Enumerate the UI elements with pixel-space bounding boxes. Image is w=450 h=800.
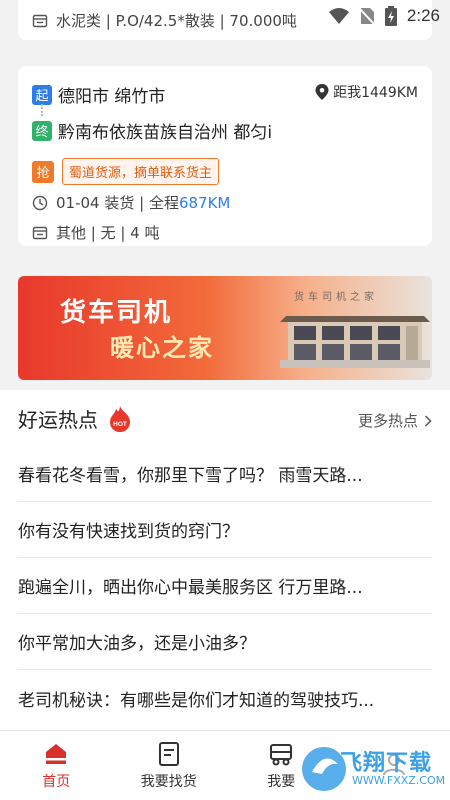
- load-time-text: 01-04 装货 | 全程687KM: [56, 192, 230, 213]
- location-pin-icon: [315, 84, 329, 100]
- hot-topics-section: 好运热点 HOT 更多热点 春看花冬看雪，你那里下雪了吗？ 雨雪天路... 你有…: [0, 390, 450, 730]
- hot-topics-list: 春看花冬看雪，你那里下雪了吗？ 雨雪天路... 你有没有快速找到货的窍门？ 跑遍…: [18, 446, 432, 726]
- hot-flame-icon: HOT: [110, 405, 130, 432]
- route-connector: [41, 104, 43, 116]
- watermark-url: WWW.FXXZ.COM: [352, 774, 446, 787]
- distance-text: 距我1449KM: [333, 85, 418, 101]
- hot-topic-item[interactable]: 跑遍全川，晒出你心中最美服务区 行万里路...: [18, 558, 432, 614]
- building-illustration: [280, 316, 430, 368]
- watermark-text: 飞翔下载: [340, 751, 433, 776]
- chevron-right-icon: [424, 414, 432, 427]
- distance-info: 距我1449KM: [315, 82, 418, 102]
- banner-subtitle: 暖心之家: [110, 334, 214, 362]
- more-hot-topics-label: 更多热点: [357, 412, 418, 430]
- grab-tag: 抢: [32, 160, 54, 183]
- load-time-row: 01-04 装货 | 全程687KM: [32, 192, 230, 213]
- nav-find-cargo-label: 我要找货: [140, 773, 197, 790]
- grab-row: 抢 蜀道货源，摘单联系货主: [32, 158, 220, 185]
- load-distance: 687KM: [178, 194, 231, 212]
- nav-find-cargo[interactable]: 我要找货: [113, 731, 226, 800]
- hot-topics-header: 好运热点 HOT: [18, 404, 132, 433]
- home-icon: [46, 743, 67, 764]
- order-card[interactable]: 起 德阳市 绵竹市 终 黔南布依族苗族自治州 都匀i 距我1449KM 抢 蜀道…: [18, 66, 432, 246]
- banner-building-sign: 货车司机之家: [294, 292, 378, 303]
- hot-badge-text: HOT: [113, 421, 127, 428]
- nav-ship-label: 我要: [267, 773, 296, 790]
- origin-text: 德阳市 绵竹市: [58, 87, 166, 107]
- hot-topic-item[interactable]: 老司机秘诀：有哪些是你们才知道的驾驶技巧...: [18, 670, 432, 726]
- battery-icon: [384, 6, 397, 26]
- hot-topic-item[interactable]: 春看花冬看雪，你那里下雪了吗？ 雨雪天路...: [18, 446, 432, 502]
- route-destination: 终 黔南布依族苗族自治州 都匀i: [32, 118, 332, 143]
- destination-tag: 终: [32, 120, 52, 141]
- no-sim-icon: [359, 8, 375, 25]
- hot-topic-item[interactable]: 你有没有快速找到货的窍门？: [18, 502, 432, 558]
- status-bar: 2:26: [0, 0, 450, 34]
- nav-home-label: 首页: [42, 773, 71, 790]
- grab-note: 蜀道货源，摘单联系货主: [62, 158, 220, 185]
- truck-icon: [270, 743, 293, 765]
- route-origin: 起 德阳市 绵竹市: [32, 82, 165, 107]
- cargo-spec-row-2: 其他 | 无 | 4 吨: [32, 222, 160, 243]
- cargo-icon: [32, 226, 48, 239]
- nav-home[interactable]: 首页: [0, 731, 113, 800]
- driver-home-banner[interactable]: 货车司机 暖心之家 货车司机之家: [18, 276, 432, 380]
- wifi-icon: [328, 8, 349, 24]
- origin-tag: 起: [32, 84, 52, 105]
- clock-icon: [32, 195, 48, 210]
- status-icons: 2:26: [328, 6, 440, 26]
- status-time: 2:26: [406, 6, 440, 25]
- banner-title: 货车司机: [60, 298, 173, 328]
- hot-topics-title: 好运热点: [18, 408, 98, 432]
- document-icon: [158, 741, 179, 766]
- hot-topic-item[interactable]: 你平常加大油多，还是小油多？: [18, 614, 432, 670]
- destination-text: 黔南布依族苗族自治州 都匀i: [58, 123, 273, 143]
- cargo-spec-text: 其他 | 无 | 4 吨: [56, 224, 160, 242]
- load-time-prefix: 01-04 装货 | 全程: [56, 194, 179, 212]
- more-hot-topics-link[interactable]: 更多热点: [358, 410, 432, 431]
